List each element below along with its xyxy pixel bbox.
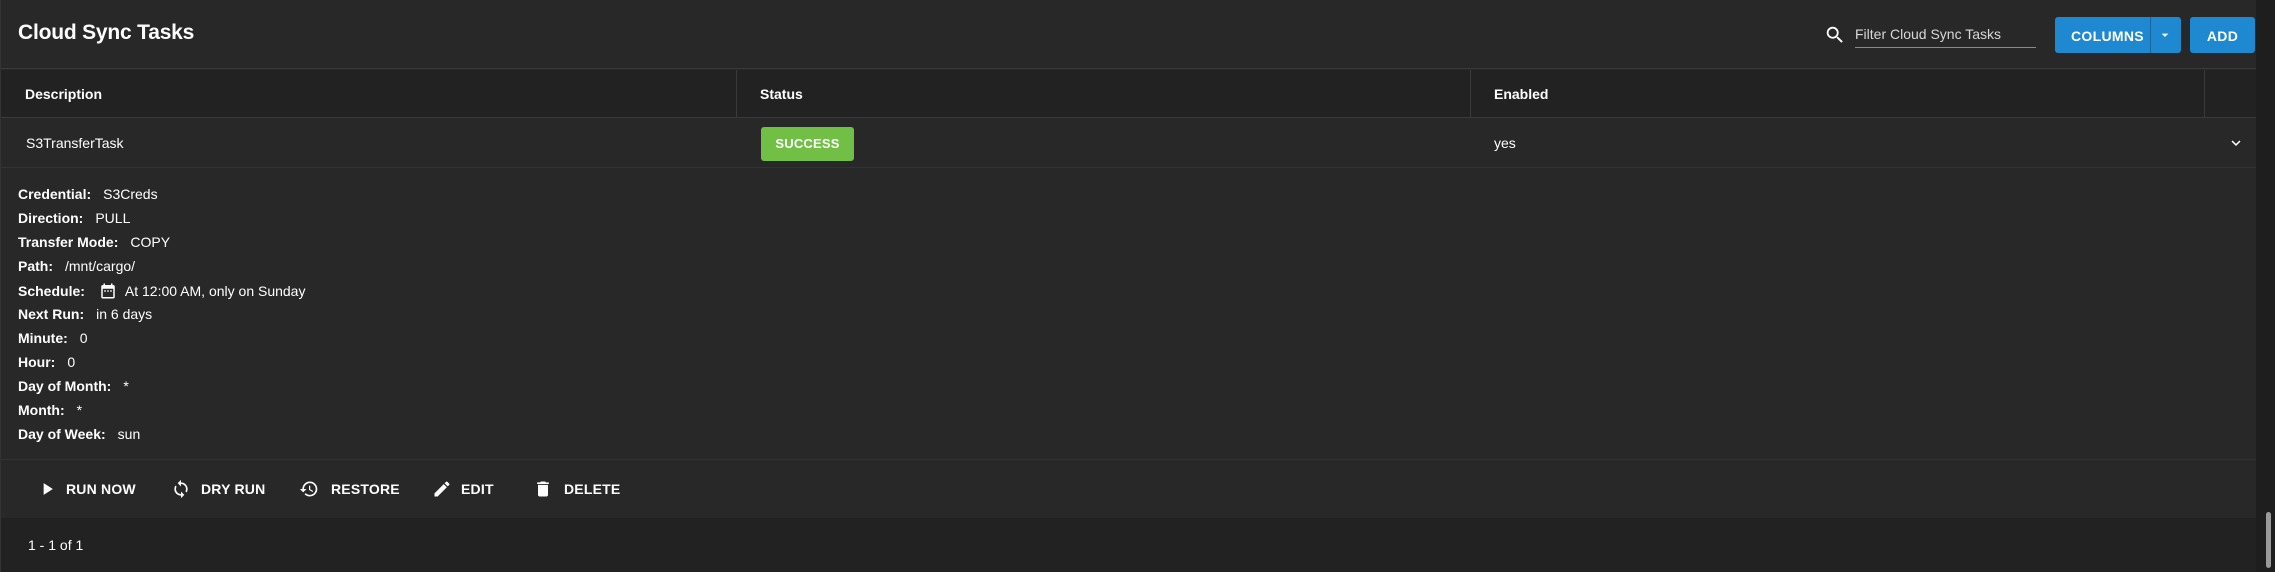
- detail-label: Hour:: [18, 354, 56, 370]
- detail-day-of-month: Day of Month: *: [18, 378, 129, 400]
- dry-run-label: DRY RUN: [201, 481, 266, 497]
- detail-direction: Direction: PULL: [18, 210, 130, 232]
- delete-label: DELETE: [564, 481, 621, 497]
- edit-button[interactable]: EDIT: [432, 472, 496, 506]
- paginator-range-label: 1 - 1 of 1: [28, 537, 84, 553]
- detail-value: /mnt/cargo/: [65, 258, 136, 274]
- detail-label: Next Run:: [18, 306, 85, 322]
- sync-icon: [174, 479, 188, 499]
- detail-month: Month: *: [18, 402, 82, 424]
- pencil-icon: [434, 481, 450, 497]
- detail-path: Path: /mnt/cargo/: [18, 258, 135, 280]
- add-button-label: ADD: [2206, 28, 2239, 44]
- detail-value: *: [76, 402, 83, 418]
- column-header-enabled[interactable]: Enabled: [1494, 70, 1548, 118]
- cloud-sync-tasks-card: Cloud Sync Tasks COLUMNS ADD Description…: [0, 0, 2257, 572]
- table-header-row: Description Status Enabled: [1, 70, 2257, 118]
- detail-label: Direction:: [18, 210, 84, 226]
- run-now-label: RUN NOW: [66, 481, 136, 497]
- detail-label: Schedule:: [18, 283, 85, 299]
- detail-schedule: Schedule: At 12:00 AM, only on Sunday: [18, 282, 305, 304]
- row-actions: RUN NOW DRY RUN RESTORE EDIT DELETE: [1, 460, 2257, 517]
- page-title: Cloud Sync Tasks: [18, 21, 195, 44]
- cell-enabled: yes: [1494, 135, 1516, 151]
- detail-next-run: Next Run: in 6 days: [18, 306, 152, 328]
- detail-label: Path:: [18, 258, 53, 274]
- button-divider: [2150, 17, 2151, 53]
- column-divider: [736, 70, 737, 118]
- column-header-status[interactable]: Status: [760, 70, 803, 118]
- play-icon: [43, 483, 53, 495]
- add-button[interactable]: ADD: [2190, 17, 2255, 53]
- detail-minute: Minute: 0: [18, 330, 88, 352]
- detail-label: Day of Week:: [18, 426, 106, 442]
- detail-value: 0: [67, 354, 76, 370]
- cell-description: S3TransferTask: [26, 135, 124, 151]
- column-divider: [1470, 70, 1471, 118]
- row-detail-panel: Credential: S3Creds Direction: PULL Transf…: [1, 169, 2257, 460]
- detail-value: PULL: [95, 210, 131, 226]
- detail-value: At 12:00 AM, only on Sunday: [124, 283, 306, 299]
- delete-button[interactable]: DELETE: [533, 472, 621, 506]
- table-footer: 1 - 1 of 1: [1, 518, 2257, 572]
- detail-value: *: [123, 378, 129, 394]
- detail-hour: Hour: 0: [18, 354, 75, 376]
- columns-button[interactable]: COLUMNS: [2055, 17, 2181, 53]
- page-scrollbar[interactable]: [2256, 0, 2275, 572]
- card-header: Cloud Sync Tasks COLUMNS ADD: [1, 0, 2257, 69]
- detail-value: in 6 days: [96, 306, 153, 322]
- history-icon: [299, 481, 318, 497]
- detail-label: Credential:: [18, 186, 92, 202]
- calendar-icon: [101, 283, 115, 299]
- restore-button[interactable]: RESTORE: [299, 472, 400, 506]
- column-header-description[interactable]: Description: [25, 70, 102, 118]
- run-now-button[interactable]: RUN NOW: [37, 472, 136, 506]
- detail-label: Month:: [18, 402, 65, 418]
- detail-credential: Credential: S3Creds: [18, 186, 158, 208]
- detail-label: Minute:: [18, 330, 68, 346]
- table-row[interactable]: S3TransferTask SUCCESS yes: [1, 118, 2257, 168]
- edit-label: EDIT: [461, 481, 494, 497]
- detail-value: COPY: [130, 234, 171, 250]
- chevron-down-icon[interactable]: [2227, 134, 2245, 152]
- dry-run-button[interactable]: DRY RUN: [171, 472, 266, 506]
- detail-label: Transfer Mode:: [18, 234, 119, 250]
- columns-button-label: COLUMNS: [2071, 28, 2144, 44]
- detail-value: 0: [79, 330, 88, 346]
- detail-day-of-week: Day of Week: sun: [18, 426, 140, 448]
- caret-down-icon[interactable]: [2157, 27, 2173, 43]
- status-badge[interactable]: SUCCESS: [761, 127, 854, 161]
- search-icon: [1826, 26, 1843, 43]
- restore-label: RESTORE: [331, 481, 400, 497]
- detail-value: S3Creds: [103, 186, 158, 202]
- column-divider: [2204, 70, 2205, 118]
- search-input[interactable]: [1855, 20, 2036, 48]
- trash-icon: [537, 481, 549, 497]
- detail-transfer-mode: Transfer Mode: COPY: [18, 234, 170, 256]
- scrollbar-thumb[interactable]: [2266, 512, 2271, 568]
- detail-value: sun: [117, 426, 141, 442]
- detail-label: Day of Month:: [18, 378, 112, 394]
